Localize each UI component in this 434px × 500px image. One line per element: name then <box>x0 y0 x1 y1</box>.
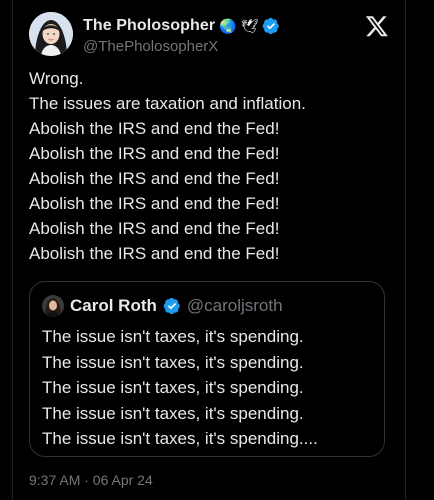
tweet-line: Abolish the IRS and end the Fed! <box>29 194 280 213</box>
author-name-row: The Pholosopher 🌏 🕊 <box>83 16 280 36</box>
quoted-line: The issue isn't taxes, it's spending.... <box>42 429 318 448</box>
quoted-tweet[interactable]: Carol Roth @caroljsroth The issue isn't … <box>29 281 385 457</box>
quoted-author-handle[interactable]: @caroljsroth <box>187 296 283 316</box>
tweet-line: The issues are taxation and inflation. <box>29 94 306 113</box>
dove-emoji-icon: 🕊 <box>240 18 259 34</box>
tweet-line: Abolish the IRS and end the Fed! <box>29 144 280 163</box>
quoted-tweet-body: The issue isn't taxes, it's spending. Th… <box>42 324 378 452</box>
quoted-line: The issue isn't taxes, it's spending. <box>42 378 304 397</box>
x-logo-icon[interactable] <box>365 14 389 38</box>
tweet-card: The Pholosopher 🌏 🕊 @ThePholosopherX Wro… <box>12 0 406 500</box>
author-handle[interactable]: @ThePholosopherX <box>83 38 218 55</box>
verified-badge-icon <box>262 17 280 35</box>
tweet-body: Wrong. The issues are taxation and infla… <box>29 66 395 266</box>
author-avatar[interactable] <box>29 12 73 56</box>
quoted-tweet-header: Carol Roth @caroljsroth <box>42 294 283 318</box>
tweet-line: Wrong. <box>29 69 84 88</box>
tweet-line: Abolish the IRS and end the Fed! <box>29 119 280 138</box>
quoted-line: The issue isn't taxes, it's spending. <box>42 352 304 372</box>
quoted-author-avatar[interactable] <box>42 295 64 317</box>
post-timestamp[interactable]: 9:37 AM · 06 Apr 24 <box>29 472 153 488</box>
quoted-author-name[interactable]: Carol Roth <box>70 296 157 316</box>
author-display-name[interactable]: The Pholosopher <box>83 17 215 35</box>
quoted-line: The issue isn't taxes, it's spending. <box>42 403 304 423</box>
verified-badge-icon <box>163 297 181 315</box>
tweet-line: Abolish the IRS and end the Fed! <box>29 244 280 263</box>
quoted-line: The issue isn't taxes, it's spending. <box>42 327 304 346</box>
globe-emoji-icon: 🌏 <box>219 18 237 34</box>
tweet-line: Abolish the IRS and end the Fed! <box>29 219 280 238</box>
tweet-header: The Pholosopher 🌏 🕊 @ThePholosopherX <box>29 12 395 58</box>
tweet-line: Abolish the IRS and end the Fed! <box>29 169 280 188</box>
